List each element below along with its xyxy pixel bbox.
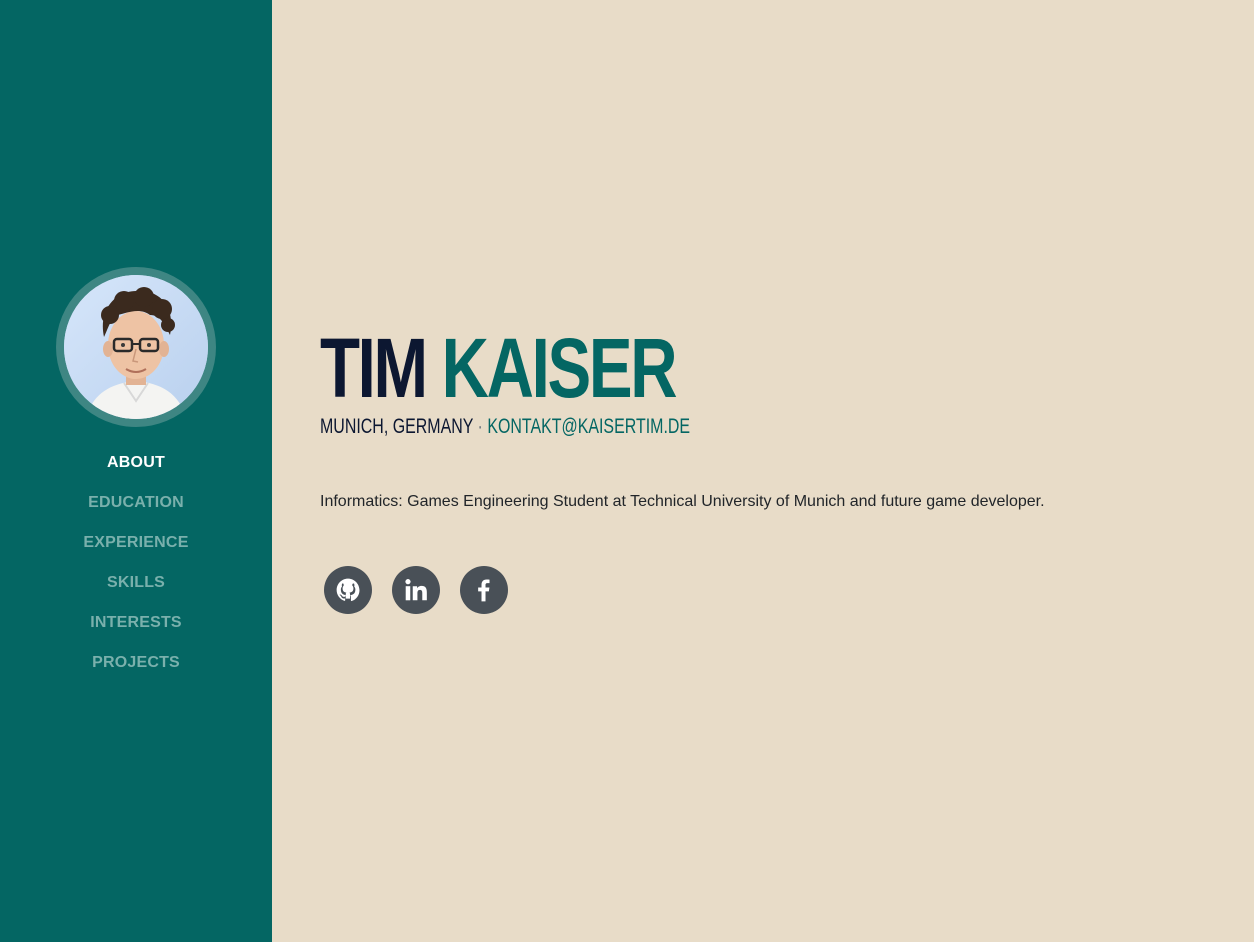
social-icons: [324, 566, 528, 614]
avatar[interactable]: [64, 275, 208, 419]
sidebar-nav: ABOUT EDUCATION EXPERIENCE SKILLS INTERE…: [0, 448, 272, 688]
nav-item-about[interactable]: ABOUT: [0, 448, 272, 488]
page-title: TIM KAISER: [320, 321, 678, 415]
nav-item-experience[interactable]: EXPERIENCE: [0, 528, 272, 568]
nav-item-skills[interactable]: SKILLS: [0, 568, 272, 608]
facebook-button[interactable]: [460, 566, 508, 614]
linkedin-icon: [405, 579, 427, 601]
email-link[interactable]: KONTAKT@KAISERTIM.DE: [487, 415, 690, 438]
nav-item-projects[interactable]: PROJECTS: [0, 648, 272, 688]
github-button[interactable]: [324, 566, 372, 614]
contact-line: MUNICH, GERMANY · KONTAKT@KAISERTIM.DE: [320, 414, 690, 440]
sidebar: ABOUT EDUCATION EXPERIENCE SKILLS INTERE…: [0, 0, 272, 942]
github-icon: [336, 578, 360, 602]
about-section: TIM KAISER MUNICH, GERMANY · KONTAKT@KAI…: [320, 0, 1220, 942]
last-name: KAISER: [441, 321, 678, 415]
facebook-icon: [478, 579, 490, 602]
nav-item-interests[interactable]: INTERESTS: [0, 608, 272, 648]
linkedin-button[interactable]: [392, 566, 440, 614]
first-name: TIM: [320, 321, 428, 415]
avatar-ring: [56, 267, 216, 427]
location: MUNICH, GERMANY: [320, 415, 474, 438]
intro-text: Informatics: Games Engineering Student a…: [320, 493, 1045, 510]
separator: ·: [477, 415, 483, 438]
avatar-photo: [64, 275, 208, 419]
nav-item-education[interactable]: EDUCATION: [0, 488, 272, 528]
